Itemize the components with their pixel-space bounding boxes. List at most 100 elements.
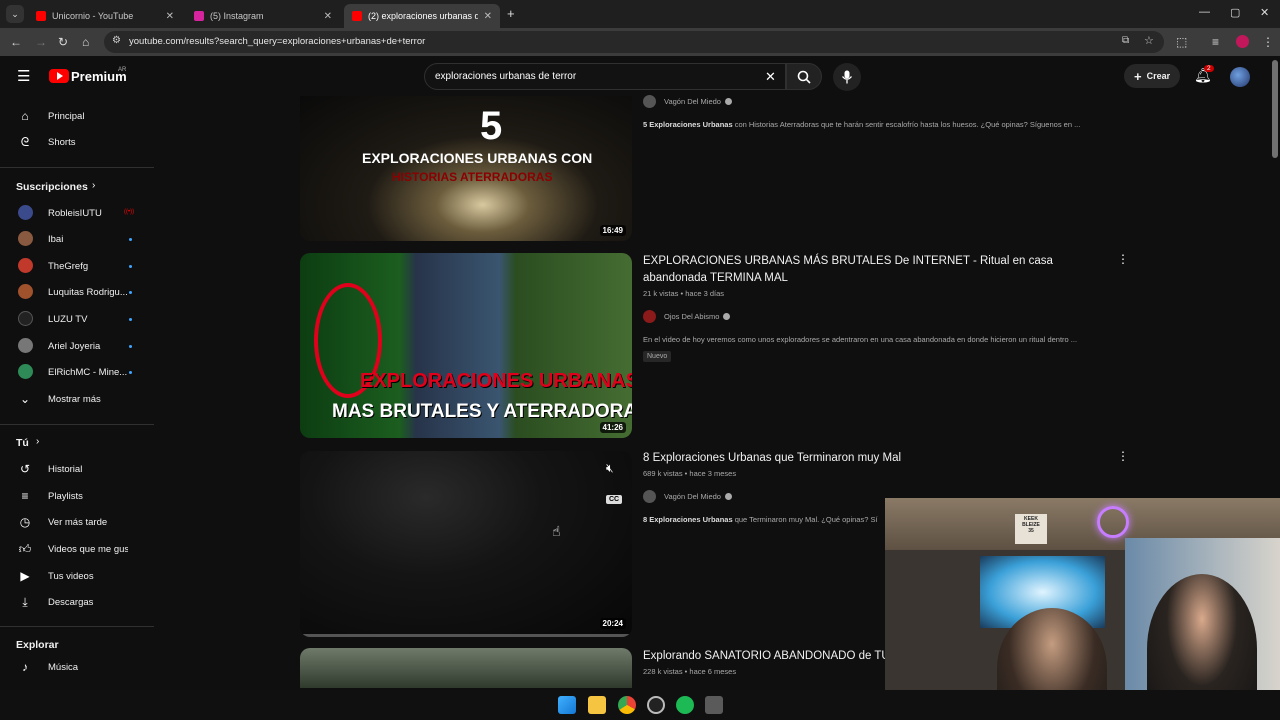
bookmark-star-icon[interactable]: ☆ xyxy=(1144,34,1154,47)
closed-captions-icon[interactable]: CC xyxy=(606,495,623,504)
verified-icon xyxy=(724,492,732,500)
forward-icon[interactable]: → xyxy=(35,35,47,49)
maximize-icon[interactable]: ▢ xyxy=(1230,6,1240,19)
channel-avatar xyxy=(643,94,656,108)
video-thumbnail[interactable]: EXPLORACIONES URBANAS MAS BRUTALES Y ATE… xyxy=(300,253,632,438)
subscription-label: RobleisIUTU xyxy=(48,208,102,219)
browser-menu-icon[interactable]: ⋮ xyxy=(1262,35,1274,49)
account-avatar[interactable] xyxy=(1230,67,1250,87)
video-title[interactable]: 8 Exploraciones Urbanas que Terminaron m… xyxy=(643,450,901,467)
sidebar-item-principal[interactable]: ⌂ Principal xyxy=(0,103,150,129)
sidebar-item-shorts[interactable]: ᘓ Shorts xyxy=(0,129,150,155)
new-tab-button[interactable]: + xyxy=(507,6,515,21)
hamburger-menu-icon[interactable]: ☰ xyxy=(17,67,30,85)
sidebar-item-liked[interactable]: 👍︎ Videos que me gus... xyxy=(0,536,150,562)
new-badge: Nuevo xyxy=(643,351,672,362)
sidebar-item-your-videos[interactable]: ▶ Tus videos xyxy=(0,563,150,589)
subscription-label: Ibai xyxy=(48,234,64,245)
media-control-icon[interactable]: ≡ xyxy=(1212,35,1219,49)
subscription-item[interactable]: ElRichMC - Mine... xyxy=(0,359,150,385)
search-button[interactable] xyxy=(786,63,822,90)
channel-link[interactable]: Ojos Del Abismo xyxy=(643,309,731,323)
windows-start-icon[interactable] xyxy=(558,696,576,714)
sidebar-item-historial[interactable]: ↺ Historial xyxy=(0,456,150,482)
subscription-item[interactable]: Ibai xyxy=(0,226,150,252)
subscription-item[interactable]: Ariel Joyeria xyxy=(0,333,150,359)
sidebar-item-label: Playlists xyxy=(48,491,83,502)
more-actions-icon[interactable]: ⋮ xyxy=(1117,252,1129,266)
new-content-dot xyxy=(129,345,132,348)
channel-name: Vagón Del Miedo xyxy=(664,96,721,106)
sidebar-item-downloads[interactable]: ⤓ Descargas xyxy=(0,589,150,615)
more-actions-icon[interactable]: ⋮ xyxy=(1117,449,1129,463)
show-more-button[interactable]: ⌄ Mostrar más xyxy=(0,386,150,412)
browser-tab-2[interactable]: (5) Instagram ✕ xyxy=(186,4,340,28)
subscription-label: ElRichMC - Mine... xyxy=(48,367,128,378)
video-title[interactable]: Explorando SANATORIO ABANDONADO de TU xyxy=(643,648,890,665)
extensions-icon[interactable]: ⬚ xyxy=(1176,35,1187,49)
guide-sidebar: ⌂ Principal ᘓ Shorts Suscripciones › Rob… xyxy=(0,96,154,688)
cursor-pointer-icon: ☝︎ xyxy=(552,523,561,539)
shorts-icon: ᘓ xyxy=(20,135,30,149)
search-input[interactable]: exploraciones urbanas de terror ✕ xyxy=(424,63,786,90)
sidebar-item-music[interactable]: ♪ Música xyxy=(0,654,150,680)
minimize-icon[interactable]: — xyxy=(1199,6,1210,18)
browser-toolbar: ← → ↻ ⌂ ⚙ youtube.com/results?search_que… xyxy=(0,28,1280,56)
create-button[interactable]: + Crear xyxy=(1124,64,1180,88)
video-thumbnail[interactable] xyxy=(300,648,632,688)
subscription-item[interactable]: RobleisIUTU ((•)) xyxy=(0,200,150,226)
page-scrollbar[interactable] xyxy=(1272,60,1278,158)
youtube-logo-icon[interactable] xyxy=(49,69,69,83)
thumbnail-number: 5 xyxy=(480,104,503,148)
tab-label: (5) Instagram xyxy=(210,11,264,21)
home-icon: ⌂ xyxy=(21,109,29,123)
os-taskbar xyxy=(0,690,1280,720)
reload-icon[interactable]: ↻ xyxy=(58,35,68,49)
calculator-icon[interactable] xyxy=(705,696,723,714)
tab-close-icon[interactable]: ✕ xyxy=(324,11,332,22)
chrome-icon[interactable] xyxy=(618,696,636,714)
profile-avatar[interactable] xyxy=(1236,35,1249,48)
video-thumbnail[interactable]: 5 EXPLORACIONES URBANAS CON HISTORIAS AT… xyxy=(300,96,632,241)
you-header[interactable]: Tú xyxy=(16,437,29,449)
tab-close-icon[interactable]: ✕ xyxy=(484,11,492,22)
site-info-icon[interactable]: ⚙ xyxy=(112,35,121,46)
address-bar[interactable]: ⚙ youtube.com/results?search_query=explo… xyxy=(104,31,1164,53)
subscriptions-header[interactable]: Suscripciones xyxy=(16,181,88,193)
video-title[interactable]: EXPLORACIONES URBANAS MÁS BRUTALES De IN… xyxy=(643,253,1113,287)
voice-search-button[interactable] xyxy=(833,63,861,91)
obs-icon[interactable] xyxy=(647,696,665,714)
browser-tab-1[interactable]: Unicornio - YouTube ✕ xyxy=(28,4,182,28)
subscription-item[interactable]: TheGrefg xyxy=(0,253,150,279)
url-text: youtube.com/results?search_query=explora… xyxy=(129,36,426,47)
back-icon[interactable]: ← xyxy=(10,35,22,49)
mute-icon[interactable]: 🔇︎ xyxy=(606,461,614,476)
sidebar-item-playlists[interactable]: ≡ Playlists xyxy=(0,483,150,509)
channel-avatar xyxy=(643,489,656,503)
spotify-icon[interactable] xyxy=(676,696,694,714)
new-content-dot xyxy=(129,318,132,321)
description-text: que Terminaron muy Mal. ¿Qué opinas? Sí xyxy=(732,515,878,524)
verified-icon xyxy=(723,312,731,320)
description-highlight: 5 Exploraciones Urbanas xyxy=(643,120,733,129)
clear-search-icon[interactable]: ✕ xyxy=(765,69,776,85)
subscription-item[interactable]: LUZU TV xyxy=(0,306,150,332)
tab-search-menu-icon[interactable]: ⌄ xyxy=(6,5,24,23)
install-app-icon[interactable]: ⧉ xyxy=(1122,35,1129,46)
thumbnail-caption: HISTORIAS ATERRADORAS xyxy=(392,170,553,184)
tab-close-icon[interactable]: ✕ xyxy=(166,11,174,22)
plus-icon: + xyxy=(1134,68,1142,84)
sidebar-item-label: Historial xyxy=(48,464,83,475)
watch-later-icon: ◷ xyxy=(19,515,31,529)
browser-tab-3[interactable]: (2) exploraciones urbanas de te ✕ xyxy=(344,4,500,28)
channel-link[interactable]: Vagón Del Miedo xyxy=(643,94,732,108)
home-browser-icon[interactable]: ⌂ xyxy=(82,35,89,49)
video-thumbnail[interactable]: 🔇︎ CC ☝︎ 20:24 xyxy=(300,451,632,637)
channel-link[interactable]: Vagón Del Miedo xyxy=(643,489,732,503)
subscription-item[interactable]: Luquitas Rodrigu... xyxy=(0,279,150,305)
close-window-icon[interactable]: ✕ xyxy=(1260,6,1269,19)
sidebar-item-watch-later[interactable]: ◷ Ver más tarde xyxy=(0,509,150,535)
channel-avatar xyxy=(18,205,33,220)
youtube-favicon-icon xyxy=(352,11,362,21)
file-explorer-icon[interactable] xyxy=(588,696,606,714)
